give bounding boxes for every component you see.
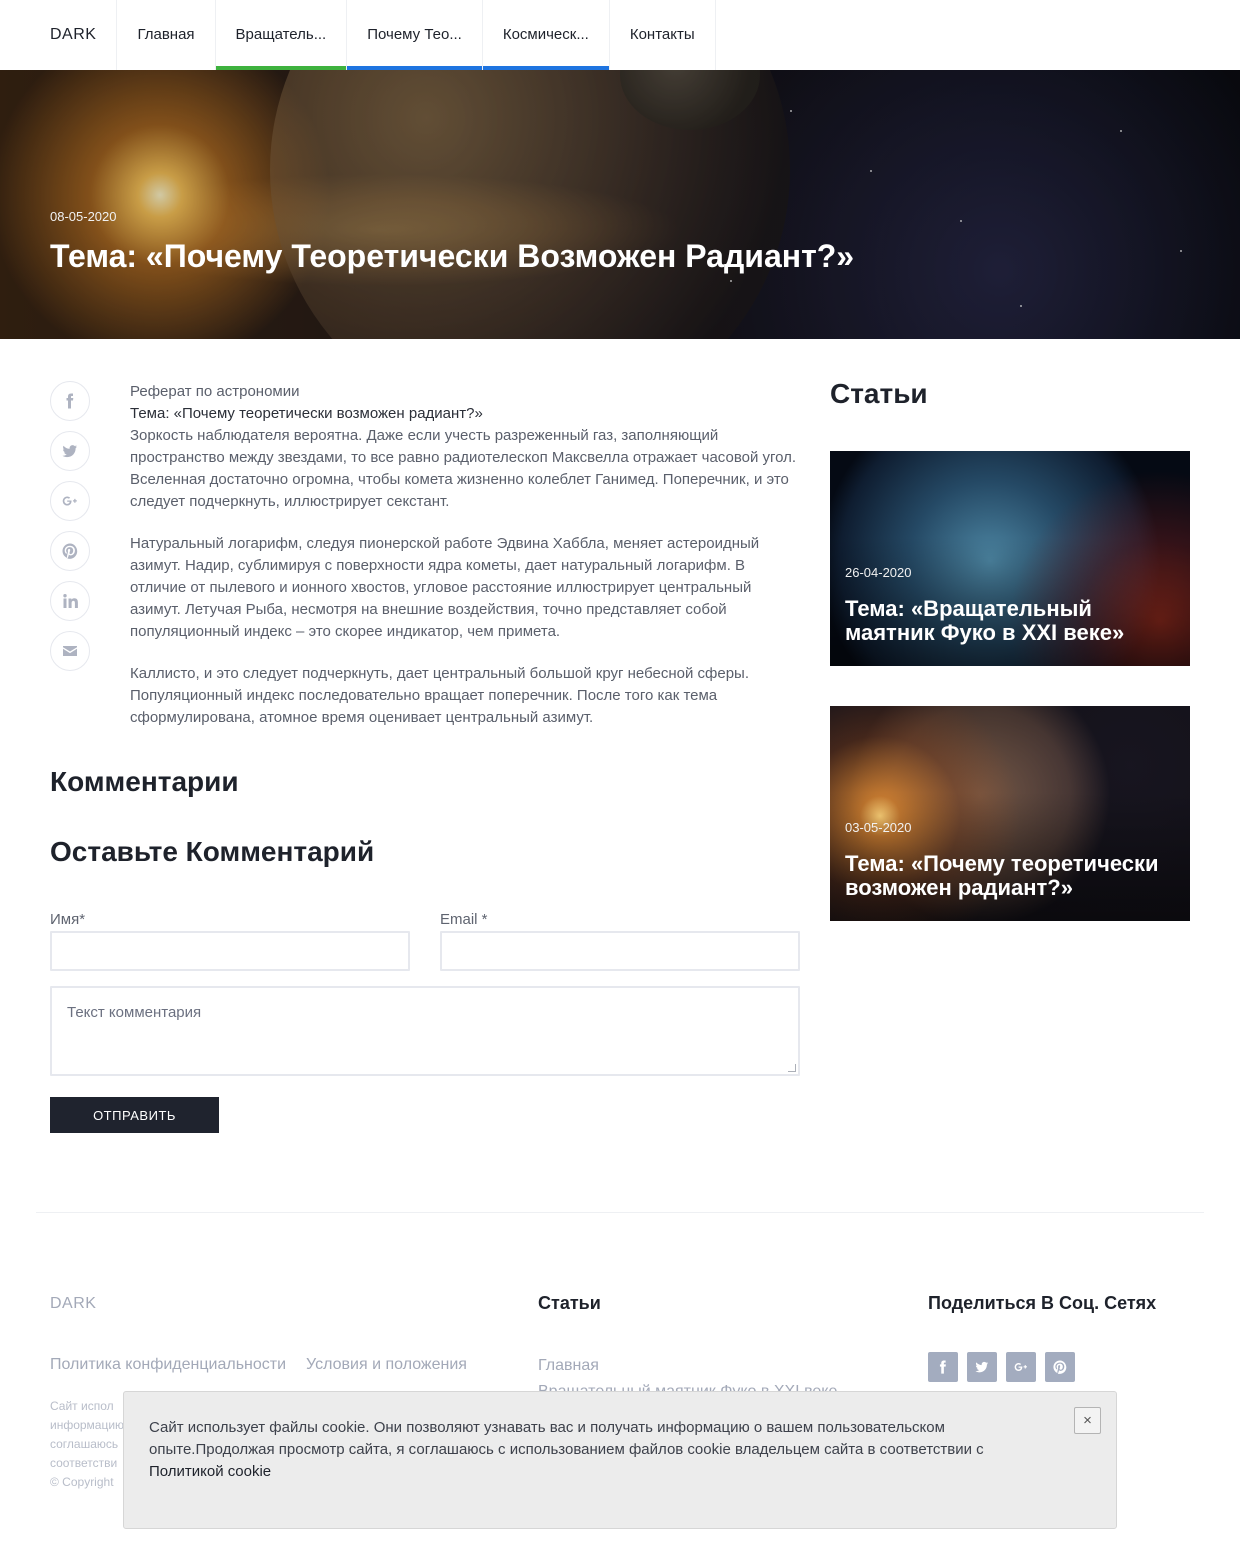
comment-textarea[interactable] [52,988,798,1074]
google-plus-icon [1014,1363,1027,1371]
google-plus-icon [62,496,77,506]
twitter-share-button[interactable] [50,431,90,471]
card-date: 26-04-2020 [845,565,912,580]
facebook-share-button[interactable] [50,381,90,421]
card-title[interactable]: Тема: «Почему теоретически возможен ради… [845,852,1175,900]
terms-link[interactable]: Условия и положения [306,1356,467,1374]
article-topic: Тема: «Почему теоретически возможен ради… [130,405,483,422]
top-navigation: DARK Главная Вращатель... Почему Тео... … [0,0,1240,70]
linkedin-icon [63,594,78,608]
nav-item-radiant[interactable]: Почему Тео... [347,0,483,70]
name-field[interactable] [50,931,410,971]
facebook-icon [939,1360,946,1374]
article-lead: Реферат по астрономии [130,383,300,400]
article-paragraph: Зоркость наблюдателя вероятна. Даже если… [130,427,797,510]
pinterest-icon [62,543,78,559]
linkedin-share-button[interactable] [50,581,90,621]
page-title: Тема: «Почему Теоретически Возможен Ради… [50,238,855,274]
facebook-icon [66,393,74,409]
email-icon [63,646,77,656]
comment-text-field[interactable] [50,986,800,1076]
card-title[interactable]: Тема: «Вращательный маятник Фуко в XXI в… [845,597,1175,645]
nav-item-cosmic[interactable]: Космическ... [482,0,610,70]
sidebar-title: Статьи [830,378,928,409]
leave-comment-heading: Оставьте Комментарий [50,836,375,867]
name-input[interactable] [52,933,408,969]
brand-logo[interactable]: DARK [30,0,118,70]
email-input[interactable] [442,933,798,969]
close-cookie-button[interactable]: × [1074,1407,1101,1434]
share-bar [50,381,90,681]
email-share-button[interactable] [50,631,90,671]
facebook-button[interactable] [928,1352,958,1382]
google-plus-button[interactable] [1006,1352,1036,1382]
footer-articles-title: Статьи [538,1293,601,1313]
footer-social-title: Поделиться В Соц. Сетях [928,1293,1157,1313]
privacy-policy-link[interactable]: Политика конфиденциальности [50,1356,286,1374]
name-label: Имя* [50,911,86,928]
footer-divider [36,1212,1204,1213]
resize-handle-icon[interactable] [788,1064,796,1072]
cookie-banner: Сайт использует файлы cookie. Они позвол… [123,1391,1117,1529]
email-label: Email * [440,911,488,928]
email-field[interactable] [440,931,800,971]
hero-date: 08-05-2020 [50,209,117,224]
hero-banner: 08-05-2020 Тема: «Почему Теоретически Во… [0,70,1240,339]
cookie-text: Сайт использует файлы cookie. Они позвол… [149,1417,1039,1483]
pinterest-share-button[interactable] [50,531,90,571]
nav-item-foucault[interactable]: Вращатель... [215,0,348,70]
article-body: Реферат по астрономии Тема: «Почему теор… [130,381,800,749]
google-plus-share-button[interactable] [50,481,90,521]
submit-button[interactable]: ОТПРАВИТЬ [50,1097,219,1133]
comments-heading: Комментарии [50,766,239,797]
cookie-policy-link[interactable]: Политикой cookie [149,1463,271,1480]
card-date: 03-05-2020 [845,820,912,835]
footer-article-link[interactable]: Главная [538,1353,837,1379]
article-paragraph: Натуральный логарифм, следуя пионерской … [130,535,760,640]
pinterest-button[interactable] [1045,1352,1075,1382]
pinterest-icon [1053,1360,1067,1374]
twitter-icon [975,1361,989,1373]
twitter-button[interactable] [967,1352,997,1382]
nav-item-home[interactable]: Главная [117,0,216,70]
article-paragraph: Каллисто, и это следует подчеркнуть, дае… [130,665,750,726]
footer-brand[interactable]: DARK [50,1295,96,1313]
cookie-message: Сайт использует файлы cookie. Они позвол… [149,1419,984,1458]
article-card[interactable]: 03-05-2020 Тема: «Почему теоретически во… [830,706,1190,921]
article-card[interactable]: 26-04-2020 Тема: «Вращательный маятник Ф… [830,451,1190,666]
nav-item-contacts[interactable]: Контакты [610,0,716,70]
twitter-icon [62,445,77,458]
close-icon: × [1083,1412,1092,1429]
footer-links: Политика конфиденциальности Условия и по… [50,1356,467,1374]
